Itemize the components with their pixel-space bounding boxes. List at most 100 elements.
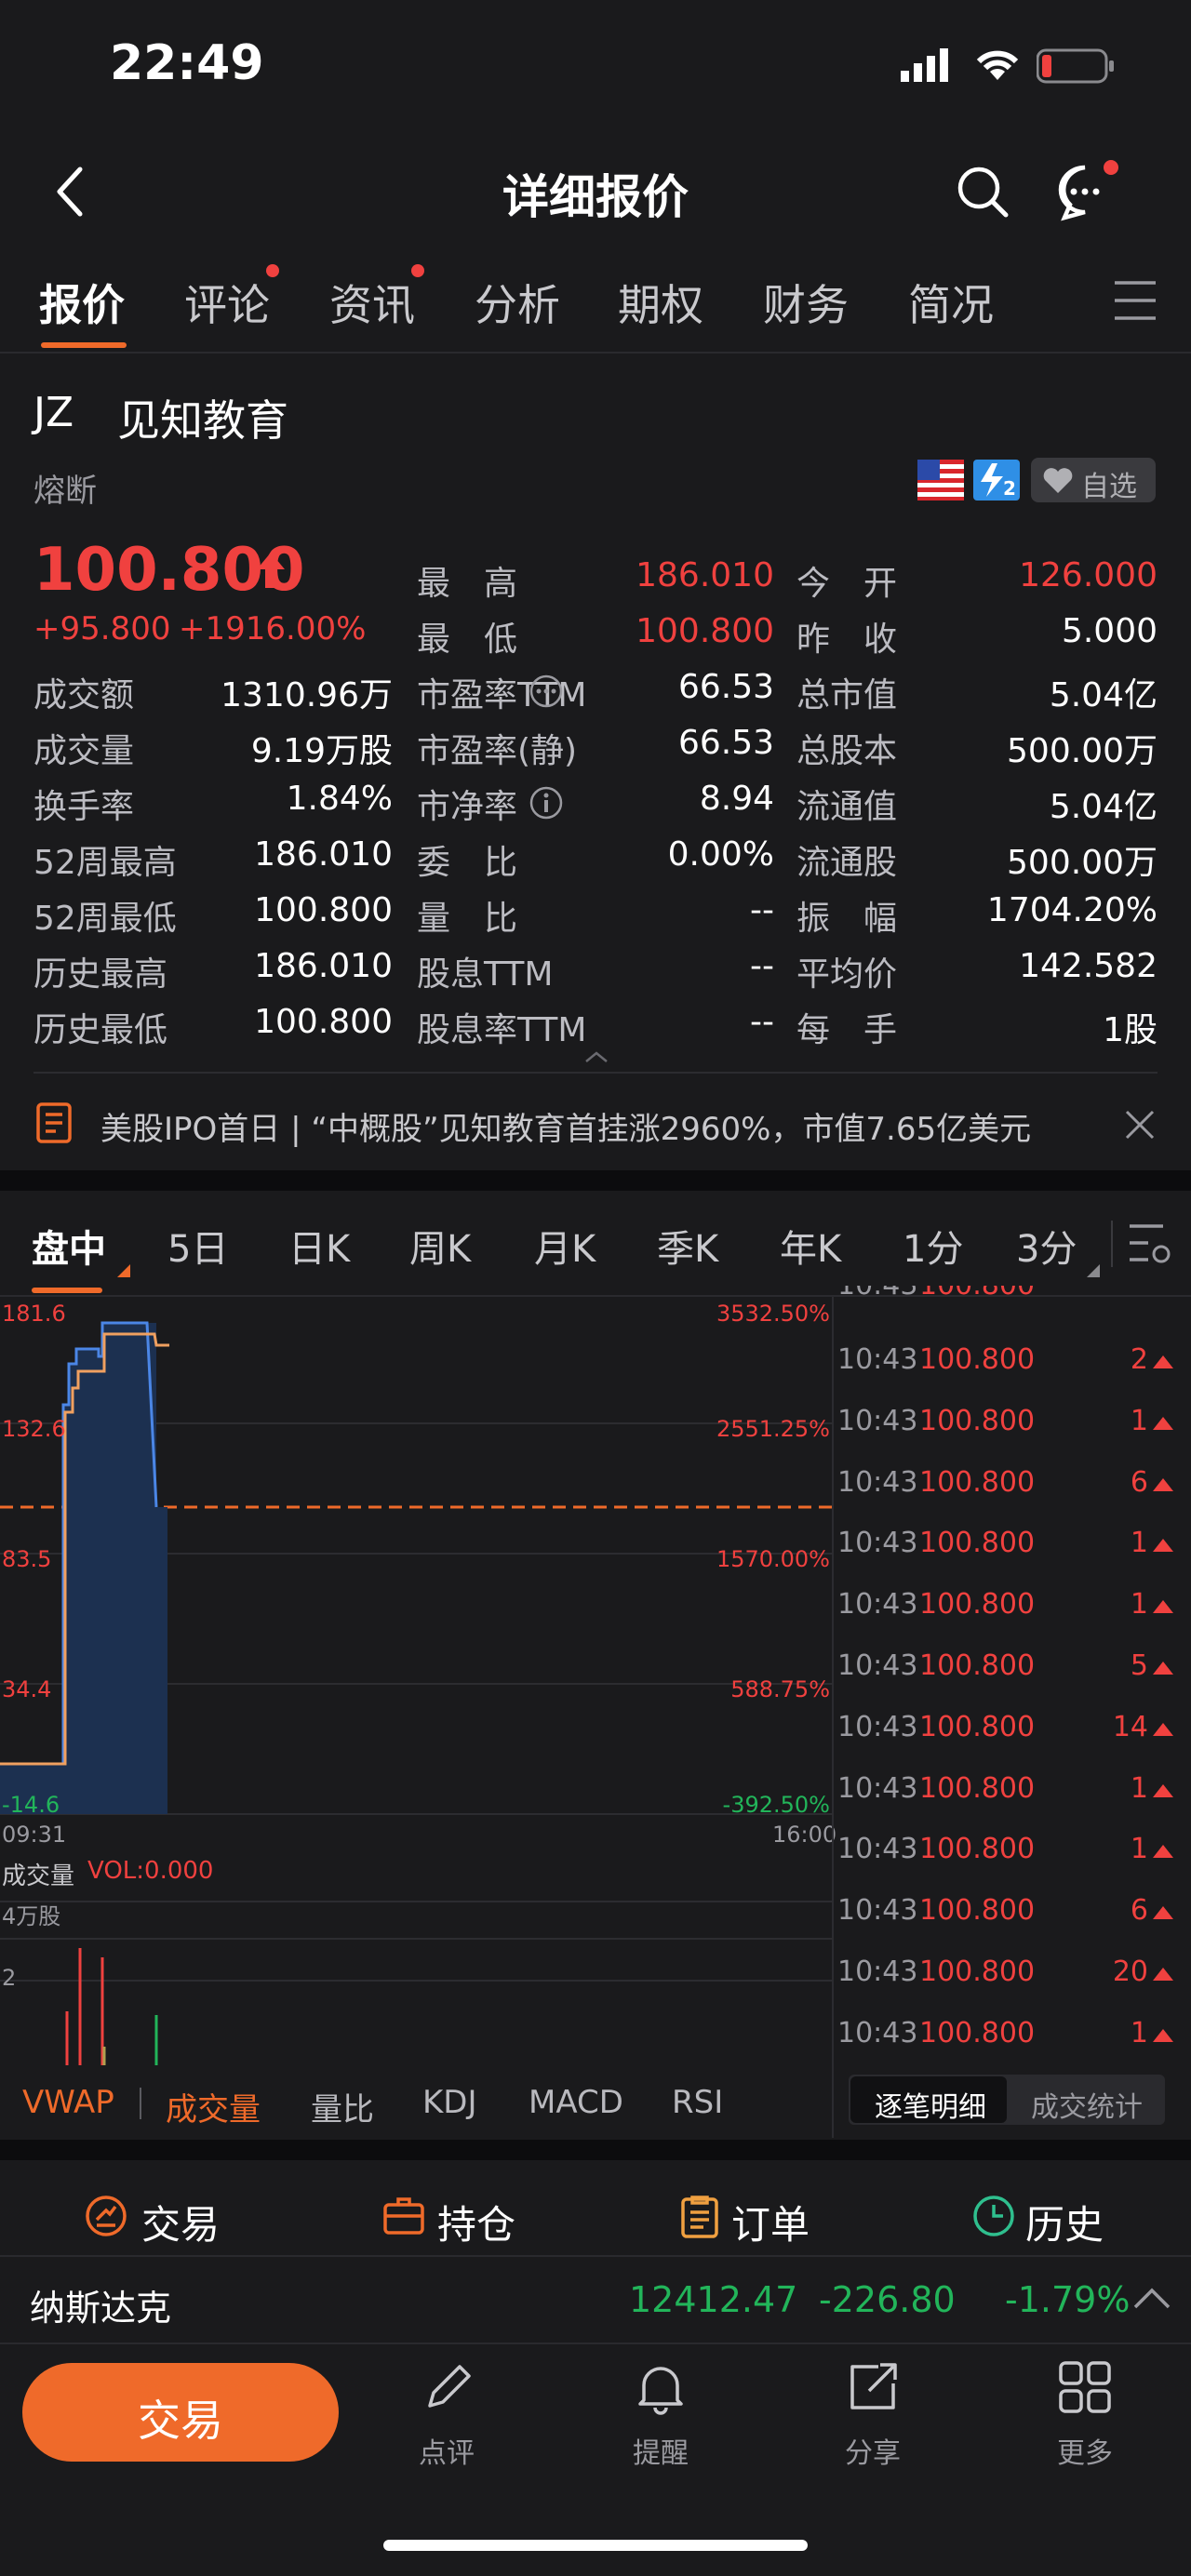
quote-label: 股息率TTM	[417, 1011, 587, 1049]
section-separator	[0, 1170, 1191, 1191]
quote-label: 委 比	[417, 844, 518, 882]
stock-name: 见知教育	[117, 395, 288, 446]
tab-options[interactable]: 期权	[618, 272, 703, 333]
pct-axis-tick: 3532.50%	[716, 1301, 830, 1327]
chevron-up-icon[interactable]	[1133, 2287, 1171, 2315]
period-tab-5[interactable]: 季K	[657, 1219, 718, 1273]
tick-volume: 6	[1130, 1894, 1148, 1928]
period-tab-3[interactable]: 周K	[409, 1219, 471, 1273]
info-icon[interactable]	[529, 785, 564, 824]
indicator-tab-0[interactable]: VWAP	[22, 2084, 114, 2121]
tab-news[interactable]: 资讯	[329, 272, 415, 333]
info-icon[interactable]	[529, 674, 564, 713]
tick-time: 10:43	[837, 1894, 918, 1928]
tick-volume: 1	[1130, 1833, 1148, 1866]
tab-trade-stats[interactable]: 成交统计	[1031, 2084, 1143, 2125]
search-icon[interactable]	[955, 164, 1010, 223]
tick-time: 10:43	[837, 1710, 918, 1743]
quote-label: 总股本	[796, 732, 898, 770]
quote-label: 52周最低	[33, 900, 177, 938]
period-tab-1[interactable]: 5日	[167, 1219, 228, 1273]
action-label: 持仓	[437, 2202, 516, 2248]
quote-label: 成交额	[33, 676, 135, 714]
comment-action[interactable]: 点评	[400, 2359, 493, 2471]
news-headline[interactable]: 美股IPO首日 | “中概股”见知教育首挂涨2960%，市值7.65亿美元	[100, 1103, 1031, 1149]
tab-quote[interactable]: 报价	[39, 272, 125, 333]
period-tab-6[interactable]: 年K	[780, 1219, 841, 1273]
message-icon[interactable]	[1053, 158, 1120, 227]
quote-label: 历史最高	[33, 955, 168, 994]
tick-volume: 1	[1130, 1771, 1148, 1805]
indicator-tab-5[interactable]: RSI	[672, 2084, 723, 2121]
index-bottom-line	[0, 2342, 1191, 2344]
bottom-label: 分享	[845, 2437, 901, 2470]
tick-volume: 14	[1112, 1710, 1148, 1743]
indicator-tab-2[interactable]: 量比	[311, 2084, 374, 2129]
orders-action[interactable]: 订单	[677, 2188, 826, 2248]
tick-time: 10:43	[837, 1465, 918, 1499]
period-tab-7[interactable]: 1分	[903, 1219, 963, 1273]
quote-label: 流通值	[796, 788, 898, 826]
tick-volume: 20	[1112, 1955, 1148, 1988]
tick-up-icon	[1153, 2028, 1173, 2042]
quote-value: 5.04亿	[1049, 788, 1158, 826]
tab-profile[interactable]: 简况	[908, 272, 994, 333]
watchlist-button[interactable]: 自选	[1031, 458, 1156, 503]
tick-up-icon	[1153, 1783, 1173, 1797]
menu-icon[interactable]	[1113, 279, 1158, 326]
price-change: +95.800	[33, 610, 171, 647]
quote-value: 1.84%	[286, 780, 393, 818]
quote-value: 5.000	[1061, 612, 1158, 650]
index-name: 纳斯达克	[30, 2288, 172, 2329]
trade-button[interactable]: 交易	[22, 2363, 339, 2462]
period-tab-2[interactable]: 日K	[288, 1219, 350, 1273]
quote-label: 换手率	[33, 788, 135, 826]
history-action[interactable]: 历史	[971, 2188, 1120, 2248]
quote-value: --	[750, 947, 774, 985]
indicator-tab-1[interactable]: 成交量	[166, 2084, 261, 2129]
us-flag-icon	[917, 460, 964, 504]
y-axis-tick: 34.4	[2, 1676, 52, 1702]
dropdown-corner-icon	[117, 1263, 130, 1281]
indicator-separator	[140, 2088, 141, 2119]
tick-price: 100.800	[919, 1343, 1036, 1376]
indicator-tab-3[interactable]: KDJ	[422, 2084, 477, 2121]
tick-volume: 1	[1130, 1527, 1148, 1560]
tab-financials[interactable]: 财务	[763, 272, 849, 333]
tick-up-icon	[1153, 1600, 1173, 1614]
tick-up-icon	[1153, 1539, 1173, 1553]
period-tab-4[interactable]: 月K	[534, 1219, 596, 1273]
chart-settings-icon[interactable]	[1128, 1221, 1172, 1271]
trade-action[interactable]: 交易	[84, 2188, 233, 2248]
quote-value: 500.00万	[1007, 844, 1158, 882]
stock-ticker: JZ	[33, 389, 74, 436]
trade-button-label: 交易	[138, 2396, 223, 2446]
quote-label: 今 开	[796, 565, 898, 603]
tick-up-icon	[1153, 1845, 1173, 1859]
price-change-pct: +1916.00%	[179, 610, 367, 647]
time-start: 09:31	[2, 1822, 67, 1848]
period-tab-0[interactable]: 盘中	[32, 1219, 106, 1273]
indicator-tab-4[interactable]: MACD	[529, 2084, 623, 2121]
quote-label: 最 高	[417, 565, 518, 603]
tab-tick-detail[interactable]: 逐笔明细	[875, 2084, 986, 2125]
close-icon[interactable]	[1124, 1109, 1156, 1144]
index-top-line	[0, 2255, 1191, 2257]
more-action[interactable]: 更多	[1038, 2359, 1131, 2471]
quote-value: 142.582	[1019, 947, 1158, 985]
tick-up-icon	[1153, 1662, 1173, 1675]
alert-action[interactable]: 提醒	[614, 2359, 707, 2471]
quote-value: 66.53	[677, 668, 774, 706]
collapse-icon[interactable]	[584, 1049, 609, 1067]
tick-time: 10:43	[837, 2016, 918, 2049]
tab-analysis[interactable]: 分析	[475, 272, 560, 333]
tab-comments[interactable]: 评论	[184, 272, 270, 333]
positions-action[interactable]: 持仓	[381, 2188, 530, 2248]
share-icon	[850, 2363, 897, 2409]
share-action[interactable]: 分享	[826, 2359, 919, 2471]
tick-price: 100.800	[919, 1588, 1036, 1622]
period-tab-8[interactable]: 3分	[1016, 1219, 1077, 1273]
tick-time: 10:43	[837, 1404, 918, 1437]
quote-value: 100.800	[254, 1003, 393, 1041]
time-end: 16:00	[772, 1822, 837, 1848]
